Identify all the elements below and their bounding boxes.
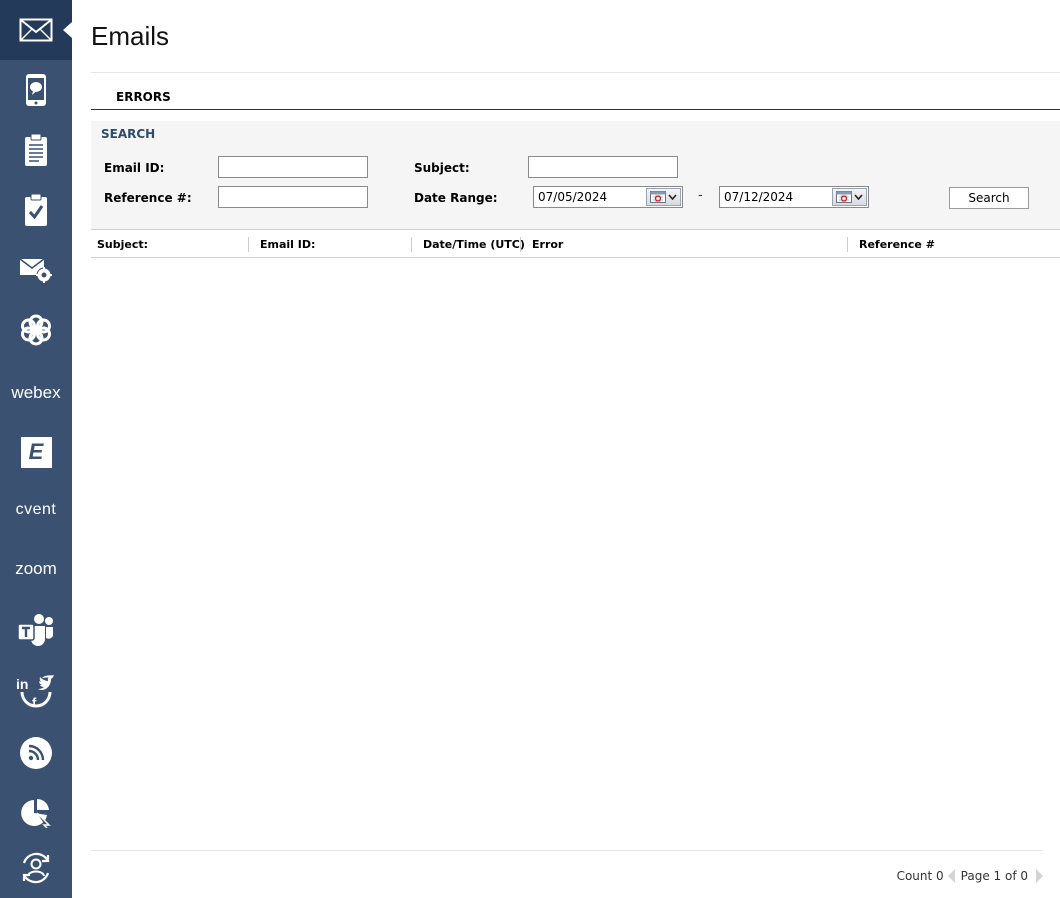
email-envelope-icon [19,18,53,42]
page-indicator: Page 1 of 0 [960,869,1028,883]
results-grid-header: Subject: Email ID: Date/Time (UTC) Error… [91,229,1060,258]
search-heading: SEARCH [101,127,156,141]
subject-input[interactable] [528,156,678,178]
pie-cursor-icon [21,798,51,828]
column-divider [520,237,521,252]
reference-label: Reference #: [104,191,192,205]
rss-icon [20,737,52,769]
next-page-icon[interactable] [1036,869,1043,883]
sidebar-item-emails[interactable] [0,0,72,60]
svg-text:in: in [16,676,28,692]
title-divider [91,72,1060,73]
reference-input[interactable] [218,186,368,208]
page-title: Emails [91,21,170,51]
tab-errors[interactable]: ERRORS [116,90,171,104]
sidebar-item-eloqua[interactable]: E [0,422,72,482]
sidebar-item-flower[interactable] [0,300,72,360]
sidebar-item-email-settings[interactable] [0,240,72,300]
record-count: Count 0 [896,869,944,883]
chevron-down-icon [854,194,863,200]
email-id-input[interactable] [218,156,368,178]
column-header-email-id[interactable]: Email ID: [260,238,315,251]
flower-icon [21,314,51,346]
clipboard-list-icon [25,133,47,166]
date-range-separator: - [698,188,703,203]
calendar-icon [836,191,852,203]
eloqua-icon: E [20,436,52,468]
date-to-field[interactable]: 07/12/2024 [719,186,869,208]
social-icon: in f [16,675,54,708]
calendar-icon [650,191,666,203]
date-to-value: 07/12/2024 [724,190,794,204]
footer-divider [91,850,1043,851]
column-header-reference[interactable]: Reference # [859,238,935,251]
sidebar-item-teams[interactable] [0,600,72,660]
sidebar-item-user-sync[interactable] [0,838,72,898]
sidebar-item-clipboard-list[interactable] [0,120,72,180]
column-divider [847,237,848,252]
sidebar-item-clipboard-check[interactable] [0,180,72,240]
column-divider [411,237,412,252]
sidebar-item-cvent[interactable]: cvent [0,480,72,540]
user-sync-icon [22,852,50,884]
main-content: Emails ERRORS SEARCH Email ID: Subject: … [72,0,1060,898]
pager: Count 0 Page 1 of 0 [897,869,1043,883]
date-to-picker-button[interactable] [832,188,867,206]
sidebar-item-analytics[interactable] [0,783,72,843]
sidebar-item-webex[interactable]: webex [0,363,72,423]
mobile-chat-icon [26,74,46,106]
date-range-label: Date Range: [414,191,498,205]
email-settings-icon [19,258,52,283]
app-sidebar: webex E cvent zoom in f [0,0,72,898]
zoom-logo: zoom [15,559,57,578]
webex-logo: webex [11,383,61,402]
sidebar-item-social[interactable]: in f [0,660,72,720]
email-id-label: Email ID: [104,161,165,175]
tab-divider [91,109,1060,110]
teams-icon [17,614,53,646]
svg-text:f: f [32,695,37,708]
date-from-field[interactable]: 07/05/2024 [533,186,683,208]
sidebar-item-zoom[interactable]: zoom [0,539,72,599]
search-button[interactable]: Search [949,187,1029,209]
chevron-down-icon [668,194,677,200]
prev-page-icon[interactable] [947,869,955,883]
date-from-value: 07/05/2024 [538,190,608,204]
column-header-datetime[interactable]: Date/Time (UTC) [423,238,525,251]
cvent-logo: cvent [15,501,57,518]
column-divider [248,237,249,252]
search-panel: SEARCH Email ID: Subject: Reference #: D… [91,121,1060,229]
subject-label: Subject: [414,161,470,175]
column-header-error[interactable]: Error [532,238,563,251]
sidebar-item-mobile[interactable] [0,60,72,120]
column-header-subject[interactable]: Subject: [97,238,148,251]
clipboard-check-icon [25,193,47,226]
date-from-picker-button[interactable] [646,188,681,206]
sidebar-item-rss[interactable] [0,723,72,783]
